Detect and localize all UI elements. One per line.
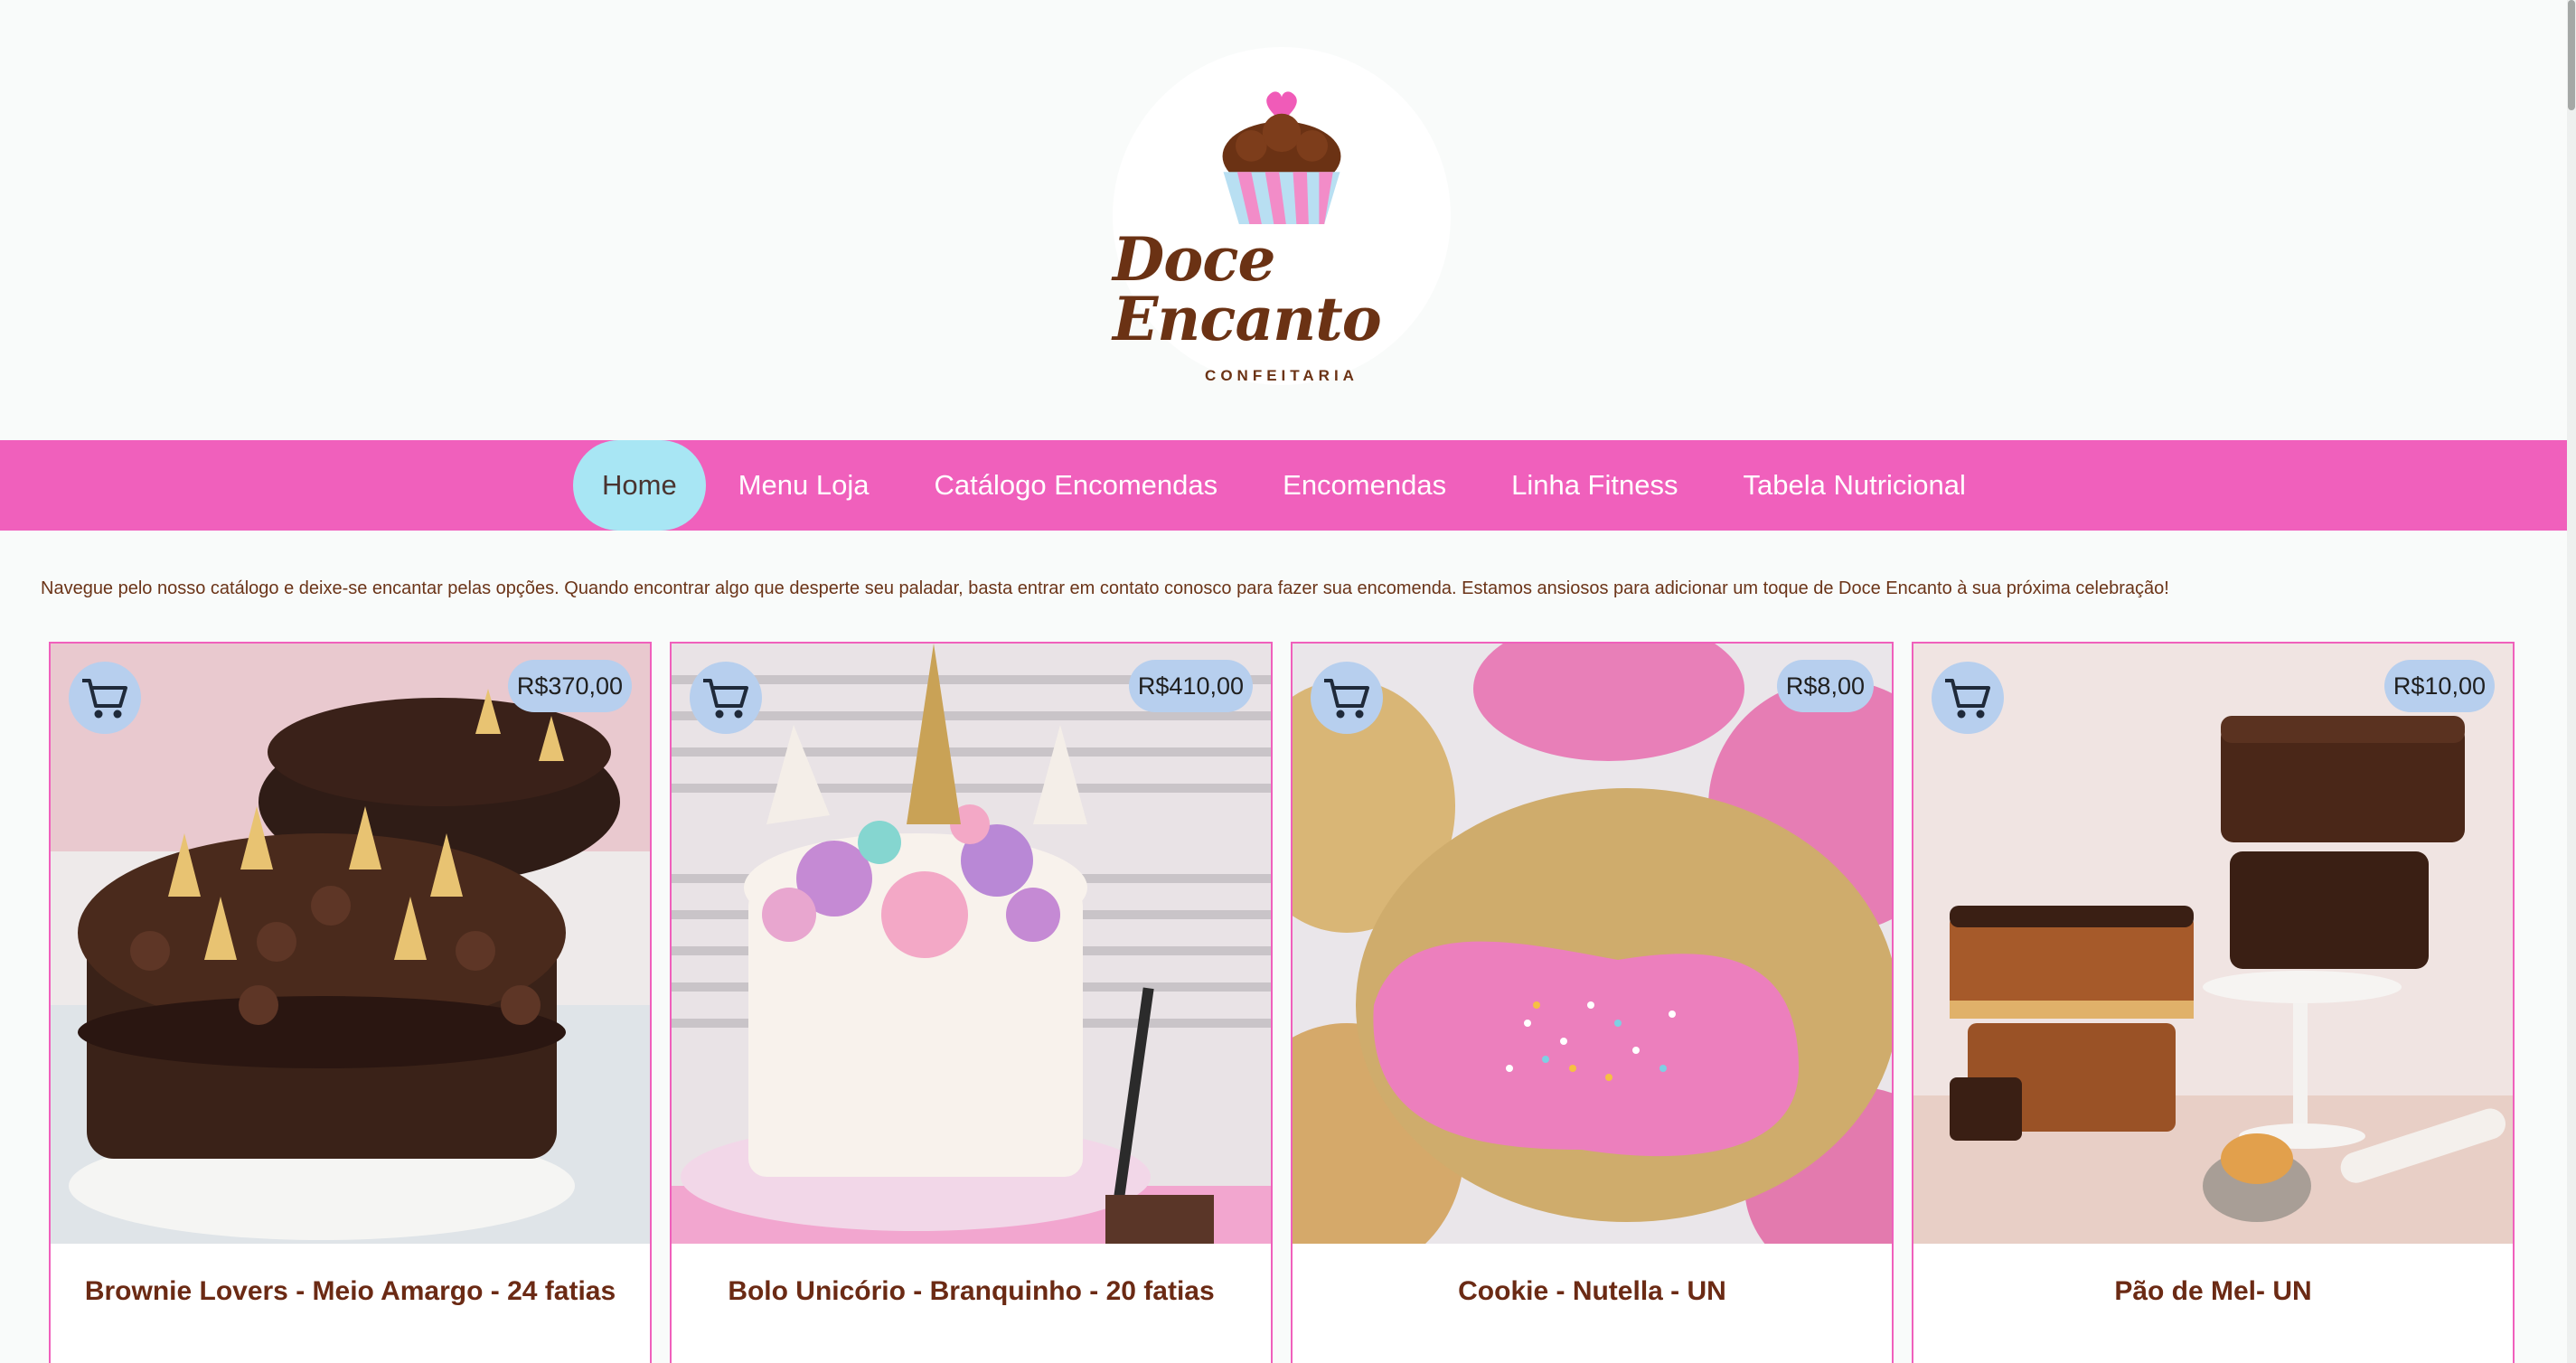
cart-icon: [1324, 679, 1369, 719]
main-nav: Home Menu Loja Catálogo Encomendas Encom…: [0, 440, 2567, 531]
add-to-cart-button[interactable]: [1932, 662, 2004, 734]
nav-item-tabela-nutricional[interactable]: Tabela Nutricional: [1710, 440, 1998, 531]
nav-item-catalogo-encomendas[interactable]: Catálogo Encomendas: [901, 440, 1250, 531]
add-to-cart-button[interactable]: [69, 662, 141, 734]
cart-icon: [82, 679, 127, 719]
unicorn-cake-photo[interactable]: R$410,00: [672, 644, 1271, 1244]
nav-item-encomendas[interactable]: Encomendas: [1250, 440, 1479, 531]
price-badge: R$410,00: [1128, 660, 1253, 712]
product-title[interactable]: Cookie - Nutella - UN: [1293, 1276, 1892, 1307]
intro-text: Navegue pelo nosso catálogo e deixe-se e…: [41, 578, 2169, 598]
price-badge: R$370,00: [507, 660, 632, 712]
cart-icon: [1945, 679, 1990, 719]
product-title[interactable]: Pão de Mel- UN: [1913, 1276, 2513, 1307]
nav-item-menu-loja[interactable]: Menu Loja: [706, 440, 902, 531]
brand-name: Doce Encanto: [1113, 224, 1382, 354]
cart-icon: [703, 679, 748, 719]
brand-logo[interactable]: Doce Encanto CONFEITARIA: [1113, 47, 1451, 385]
product-card[interactable]: R$8,00 Cookie - Nutella - UN: [1291, 642, 1894, 1363]
brownie-cake-photo[interactable]: R$370,00: [51, 644, 650, 1244]
product-title[interactable]: Bolo Unicório - Branquinho - 20 fatias: [672, 1276, 1271, 1307]
cupcake-logo-icon: [1222, 91, 1341, 224]
product-card[interactable]: R$10,00 Pão de Mel- UN: [1912, 642, 2515, 1363]
product-card[interactable]: R$370,00 Brownie Lovers - Meio Amargo - …: [49, 642, 652, 1363]
pink-cookie-photo[interactable]: R$8,00: [1293, 644, 1892, 1244]
nav-item-linha-fitness[interactable]: Linha Fitness: [1479, 440, 1710, 531]
product-card[interactable]: R$410,00 Bolo Unicório - Branquinho - 20…: [670, 642, 1273, 1363]
scrollbar[interactable]: [2567, 0, 2576, 1363]
price-badge: R$10,00: [2383, 660, 2495, 712]
price-badge: R$8,00: [1776, 660, 1874, 712]
scrollbar-thumb[interactable]: [2568, 0, 2575, 110]
page: Doce Encanto CONFEITARIA Home Menu Loja …: [0, 0, 2576, 1363]
product-title[interactable]: Brownie Lovers - Meio Amargo - 24 fatias: [51, 1276, 650, 1307]
nav-item-home[interactable]: Home: [573, 440, 706, 531]
nav-items: Home Menu Loja Catálogo Encomendas Encom…: [573, 440, 1998, 531]
brand-subtitle: CONFEITARIA: [1205, 367, 1359, 384]
add-to-cart-button[interactable]: [690, 662, 762, 734]
add-to-cart-button[interactable]: [1311, 662, 1383, 734]
honey-bread-photo[interactable]: R$10,00: [1913, 644, 2513, 1244]
